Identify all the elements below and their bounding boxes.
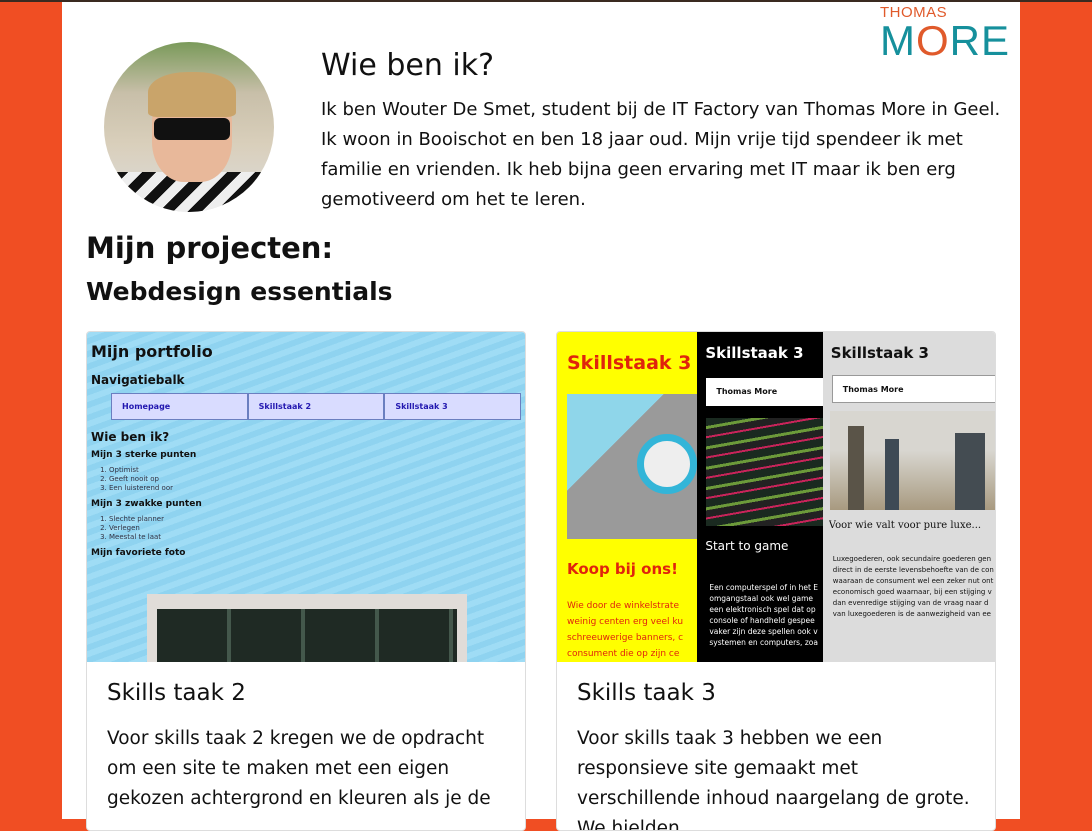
thumb-line: console of handheld gespee [709, 616, 815, 625]
thumb-nav: Homepage Skillstaak 2 Skillstaak 3 [111, 393, 522, 420]
thumb-text: Luxegoederen, ook secundaire goederen ge… [833, 554, 995, 620]
project-card-skills-2[interactable]: Mijn portfolio Navigatiebalk Homepage Sk… [86, 331, 526, 831]
card-text: Voor skills taak 3 hebben we een respons… [577, 728, 970, 831]
card-text: Voor skills taak 2 kregen we de opdracht… [107, 728, 491, 809]
thumb-line: weinig centen erg veel ku [567, 617, 684, 627]
project-thumbnail[interactable]: Mijn portfolio Navigatiebalk Homepage Sk… [87, 332, 525, 662]
thumb-nav-title: Navigatiebalk [91, 373, 185, 387]
thumb-nav: Thomas More [706, 378, 837, 406]
thumb-line: consument die op zijn ce [567, 649, 680, 659]
thumb-line: Luxegoederen, ook secundaire goederen ge… [832, 555, 992, 563]
about-title: Wie ben ik? [321, 48, 495, 83]
thumb-subheading: Mijn 3 zwakke punten [91, 499, 202, 509]
thumb-list: OptimistGeeft nooit opEen luisterend oor [109, 466, 521, 493]
thumb-heading: Voor wie valt voor pure luxe... [828, 520, 982, 531]
thumb-title: Skillstaak 3 [830, 344, 929, 362]
thumb-heading: Koop bij ons! [567, 560, 678, 578]
thumb-text: Een computerspel of in het E omgangstaal … [709, 582, 823, 648]
thumb-line: vaker zijn deze spellen ook v [709, 627, 818, 636]
thumb-line: omgangstaal ook wel game [709, 594, 814, 603]
card-title[interactable]: Skills taak 2 [107, 680, 246, 706]
thumb-nav: Thomas More [831, 375, 995, 403]
thumb-line: systemen en computers, zoa [709, 638, 818, 647]
thumb-line: een elektronisch spel dat op [709, 605, 816, 614]
list-item: Optimist [109, 466, 521, 475]
profile-avatar [104, 42, 274, 212]
list-item: Een luisterend oor [109, 484, 521, 493]
thumb-panel-mobile: Skillstaak 3 Koop bij ons! Wie door de w… [557, 332, 698, 662]
code-image [706, 418, 824, 526]
card-title[interactable]: Skills taak 3 [577, 680, 716, 706]
thumb-panel-tablet: Skillstaak 3 Thomas More Start to game E… [697, 332, 837, 662]
project-thumbnail[interactable]: Skillstaak 3 Koop bij ons! Wie door de w… [557, 332, 995, 662]
thumb-nav-item: Homepage [111, 393, 248, 420]
thumb-panel-desktop: Skillstaak 3 Thomas More Voor wie valt v… [822, 332, 995, 662]
logo-m: M [880, 17, 916, 64]
thumb-line: dan evenredige stijging van de vraag naa… [832, 599, 989, 607]
thomas-more-logo[interactable]: THOMAS MORE [880, 4, 1015, 62]
watch-image [567, 394, 698, 539]
thumb-line: waaraan de consument wel een zeker nut o… [832, 577, 994, 585]
list-item: Meestal te laat [109, 533, 521, 542]
thumb-list: Slechte plannerVerlegenMeestal te laat [109, 515, 521, 542]
thumb-photo [147, 594, 467, 662]
thumb-line: direct in de eerste levensbehoefte van d… [832, 566, 994, 574]
page-container: THOMAS MORE Wie ben ik? Ik ben Wouter De… [62, 2, 1020, 831]
projects-subtitle: Webdesign essentials [86, 277, 393, 306]
thumb-nav-item: Skillstaak 3 [384, 393, 522, 420]
project-card-skills-3[interactable]: Skillstaak 3 Koop bij ons! Wie door de w… [556, 331, 996, 831]
thumb-line: Een computerspel of in het E [709, 583, 819, 592]
projects-title: Mijn projecten: [86, 231, 334, 265]
thumb-nav-item: Skillstaak 2 [247, 393, 385, 420]
thumb-title: Skillstaak 3 [705, 344, 804, 362]
thumb-heading: Start to game [705, 539, 789, 553]
thumb-subheading: Mijn favoriete foto [91, 548, 186, 558]
logo-o: O [916, 17, 950, 64]
about-text: Ik ben Wouter De Smet, student bij de IT… [321, 99, 1001, 210]
list-item: Geeft nooit op [109, 475, 521, 484]
list-item: Slechte planner [109, 515, 521, 524]
thumb-line: schreeuwerige banners, c [567, 633, 684, 643]
city-image [829, 411, 995, 510]
logo-re: RE [949, 17, 1011, 64]
thumb-text: Wie door de winkelstrate weinig centen er… [567, 598, 683, 662]
thumb-title: Skillstaak 3 [567, 352, 692, 374]
thumb-title: Mijn portfolio [91, 342, 213, 361]
thumb-line: van luxegoederen is de aanwezigheid van … [832, 610, 991, 618]
thumb-heading: Wie ben ik? [91, 430, 170, 444]
list-item: Verlegen [109, 524, 521, 533]
logo-main-text: MORE [880, 20, 1015, 62]
thumb-line: economisch goed waarnaar, bij een stijgi… [832, 588, 992, 596]
thumb-line: Wie door de winkelstrate [567, 601, 679, 611]
thumb-subheading: Mijn 3 sterke punten [91, 450, 197, 460]
